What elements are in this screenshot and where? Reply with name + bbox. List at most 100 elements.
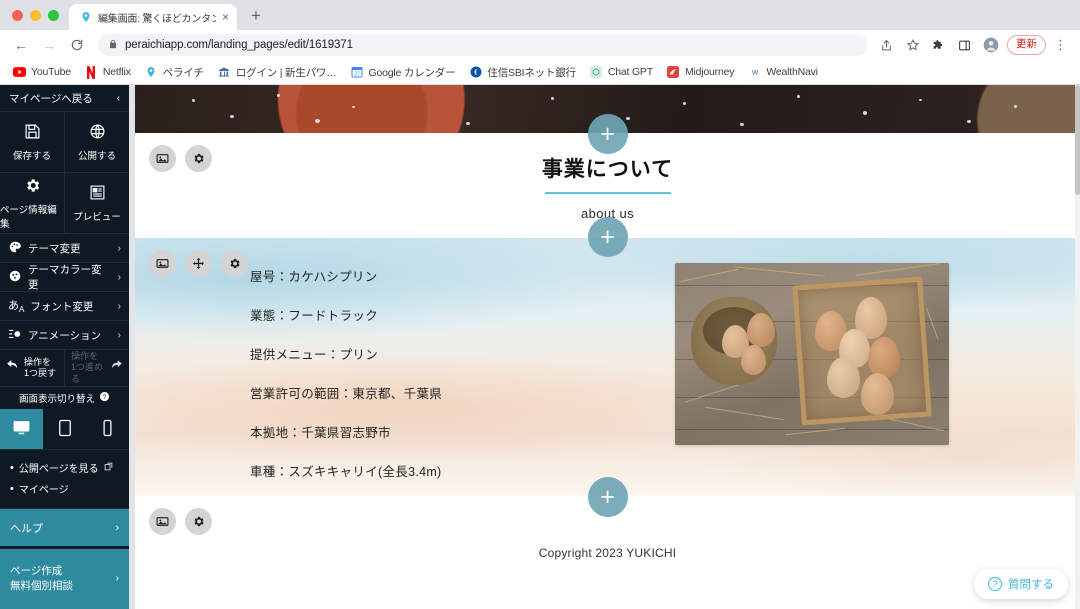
bookmark-star-icon[interactable] — [901, 34, 924, 57]
footer-block[interactable]: + Copyright 2023 YUKICHI — [135, 477, 1080, 592]
tab-title: 編集画面: 驚くほどカンタン！無料 — [98, 13, 216, 25]
chatgpt-icon — [590, 66, 603, 79]
canvas-scrollbar-track[interactable] — [1075, 85, 1080, 609]
publish-label: 公開する — [77, 150, 116, 162]
add-block-button-top[interactable]: + — [587, 114, 628, 154]
close-window-button[interactable] — [12, 9, 23, 21]
google-calendar-icon: 27 — [351, 66, 364, 79]
move-arrows-icon[interactable] — [185, 250, 212, 277]
image-icon[interactable] — [149, 145, 176, 172]
browser-tab[interactable]: 編集画面: 驚くほどカンタン！無料 × — [69, 4, 237, 30]
update-button[interactable]: 更新 — [1007, 35, 1046, 55]
side-panel-icon[interactable] — [953, 34, 976, 57]
sidebar-help-button[interactable]: ヘルプ › — [0, 509, 129, 546]
chevron-right-icon: › — [117, 300, 121, 312]
bookmark-google-calendar[interactable]: 27 Google カレンダー — [344, 63, 463, 82]
save-button[interactable]: 保存する — [0, 112, 64, 172]
bookmark-label: Midjourney — [684, 66, 735, 78]
bookmark-label: YouTube — [31, 66, 71, 78]
block-edit-toolbar-footer — [149, 508, 212, 535]
page-title: 事業について — [541, 158, 674, 181]
device-switcher — [0, 409, 129, 449]
chevron-left-icon[interactable]: ‹ — [117, 92, 121, 104]
tab-strip: 編集画面: 驚くほどカンタン！無料 × + — [0, 0, 1080, 30]
help-chat-bubble[interactable]: ? 質問する — [974, 569, 1068, 599]
back-icon[interactable]: ← — [8, 32, 34, 58]
bookmark-chatgpt[interactable]: Chat GPT — [583, 64, 660, 81]
sidebar-link-view-public-page[interactable]: 公開ページを見る — [10, 457, 119, 478]
sidebar-item-theme-color[interactable]: テーマカラー変更 › — [0, 263, 129, 292]
animation-icon — [8, 327, 22, 344]
sidebar-primary-actions-row2: ページ情報編集 プレビュー — [0, 173, 129, 234]
page-info-edit-button[interactable]: ページ情報編集 — [0, 173, 64, 233]
forward-icon[interactable]: → — [36, 32, 62, 58]
redo-button[interactable]: 操作を 1つ進める — [64, 350, 129, 386]
close-icon[interactable]: × — [222, 11, 229, 23]
color-wheel-icon — [8, 269, 22, 286]
sidebar-link-mypage[interactable]: マイページ — [10, 478, 119, 499]
undo-redo-row: 操作を 1つ戻す 操作を 1つ進める — [0, 350, 129, 387]
section-title-block[interactable]: 事業について about us + + — [135, 114, 1080, 257]
gear-icon — [24, 177, 41, 197]
undo-button[interactable]: 操作を 1つ戻す — [0, 350, 64, 386]
reload-icon[interactable] — [64, 32, 90, 58]
minimize-window-button[interactable] — [30, 9, 41, 21]
new-tab-button[interactable]: + — [243, 3, 269, 29]
gear-icon[interactable] — [185, 508, 212, 535]
chevron-right-icon: › — [115, 572, 120, 585]
browser-menu-icon[interactable]: ⋮ — [1049, 34, 1072, 57]
wealthnavi-icon: W — [748, 66, 761, 79]
back-to-mypage-button[interactable]: マイページへ戻る ‹ — [0, 85, 129, 112]
share-icon[interactable] — [875, 34, 898, 57]
sidebar-item-font[interactable]: あA フォント変更 › — [0, 292, 129, 321]
question-mark-icon: ? — [988, 577, 1002, 591]
maximize-window-button[interactable] — [48, 9, 59, 21]
bookmark-youtube[interactable]: YouTube — [6, 64, 78, 81]
bookmark-wealthnavi[interactable]: W WealthNavi — [741, 64, 825, 81]
save-floppy-icon — [24, 123, 41, 143]
svg-text:?: ? — [103, 394, 107, 401]
sidebar-promo-consultation[interactable]: ページ作成 無料個別相談 › — [0, 549, 129, 609]
redo-label-line2: 1つ進める — [71, 362, 104, 384]
about-block[interactable]: 屋号：カケハシプリン 業態：フードトラック 提供メニュー：プリン 営業許可の範囲… — [135, 238, 1080, 496]
extensions-puzzle-icon[interactable] — [927, 34, 950, 57]
sidebar-item-theme[interactable]: テーマ変更 › — [0, 234, 129, 263]
profile-avatar-icon[interactable] — [979, 34, 1002, 57]
gear-icon[interactable] — [221, 250, 248, 277]
window-traffic-lights[interactable] — [8, 0, 69, 30]
sidebar-links: 公開ページを見る マイページ — [0, 449, 129, 509]
bookmark-label: Chat GPT — [607, 66, 653, 78]
help-circle-icon[interactable]: ? — [99, 391, 110, 405]
image-icon[interactable] — [149, 508, 176, 535]
device-tablet-button[interactable] — [43, 409, 86, 449]
address-bar[interactable]: peraichiapp.com/landing_pages/edit/16193… — [98, 34, 867, 56]
bookmark-midjourney[interactable]: Midjourney — [660, 64, 741, 81]
sidebar-item-label: テーマ変更 — [28, 242, 81, 255]
bookmark-peraichi[interactable]: ペライチ — [138, 63, 211, 82]
add-block-button-middle[interactable]: + — [587, 217, 628, 257]
bookmark-shinsei-bank[interactable]: ログイン | 新生パワ… — [211, 63, 344, 82]
promo-line2: 無料個別相談 — [10, 580, 73, 592]
image-icon[interactable] — [149, 250, 176, 277]
publish-button[interactable]: 公開する — [64, 112, 129, 172]
publish-globe-icon — [89, 123, 106, 143]
gear-icon[interactable] — [185, 145, 212, 172]
sidebar-item-animation[interactable]: アニメーション › — [0, 321, 129, 350]
device-desktop-button[interactable] — [0, 409, 43, 449]
page-editor-canvas: 事業について about us + + 屋号：カケハシプリン 業態：フードトラッ… — [135, 85, 1080, 609]
preview-button[interactable]: プレビュー — [64, 173, 129, 233]
bookmark-label: 住信SBIネット銀行 — [487, 66, 576, 79]
bookmark-netflix[interactable]: Netflix — [78, 64, 138, 81]
sidebar-link-label: 公開ページを見る — [18, 464, 99, 475]
device-mobile-button[interactable] — [86, 409, 129, 449]
add-block-button-bottom[interactable]: + — [587, 477, 628, 517]
palette-icon — [8, 240, 22, 257]
about-line: 本拠地：千葉県習志野市 — [250, 426, 391, 440]
about-image-container[interactable] — [675, 263, 949, 445]
page-info-edit-label: ページ情報編集 — [0, 204, 57, 230]
sidebar-item-label: フォント変更 — [30, 300, 94, 313]
app-body: マイページへ戻る ‹ 保存する 公開する ページ情報編集 プレビュー テーマ変更… — [0, 85, 1080, 609]
about-line: 業態：フードトラック — [250, 309, 379, 323]
canvas-scrollbar-thumb[interactable] — [1075, 85, 1080, 195]
bookmark-sbi-bank[interactable]: 住信SBIネット銀行 — [462, 63, 582, 82]
